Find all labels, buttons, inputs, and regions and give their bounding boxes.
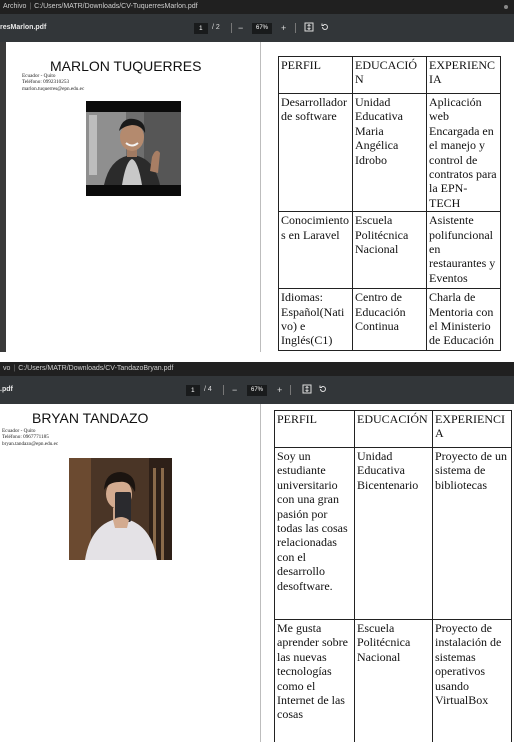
table-header-educacion: EDUCACIÓN bbox=[354, 410, 433, 448]
file-name: .pdf bbox=[0, 386, 13, 393]
page-total: / 2 bbox=[212, 24, 220, 31]
table-row: Conocimientos en Laravel Escuela Politéc… bbox=[278, 211, 501, 290]
table-cell: Centro de Educación Continua bbox=[352, 288, 427, 352]
table-header-experiencia: EXPERIENCIA bbox=[426, 56, 501, 94]
profile-photo bbox=[69, 458, 172, 560]
toolbar-divider bbox=[223, 385, 224, 395]
cv-name: BRYAN TANDAZO bbox=[32, 410, 149, 426]
table-row: Soy un estudiante universitario con una … bbox=[274, 447, 512, 620]
path-bar: Archivo | C:/Users/MATR/Downloads/CV-Tuque… bbox=[0, 0, 514, 14]
cv-contact: Ecuador - Quito Teléfono: 0992310253 mar… bbox=[22, 73, 84, 92]
file-path: C:/Users/MATR/Downloads/CV-TuquerresMarl… bbox=[34, 3, 198, 10]
pdf-page: BRYAN TANDAZO Ecuador - Quito Teléfono: … bbox=[0, 404, 514, 742]
table-cell: Proyecto de instalación de sistemas oper… bbox=[432, 619, 512, 742]
pdf-viewer-bryan: vo | C:/Users/MATR/Downloads/CV-TandazoBry… bbox=[0, 362, 514, 742]
table-row: Desarrollador de software Unidad Educati… bbox=[278, 92, 501, 213]
fit-page-icon[interactable] bbox=[302, 384, 312, 397]
path-app-label: Archivo bbox=[3, 3, 27, 10]
table-cell: Conocimientos en Laravel bbox=[278, 211, 353, 290]
table-header-row: PERFIL EDUCACIÓN EXPERIENCIA bbox=[278, 56, 501, 94]
zoom-out-icon[interactable]: − bbox=[238, 22, 243, 34]
pdf-toolbar: .pdf 1 / 4 − 67% + bbox=[0, 376, 514, 404]
table-header-row: PERFIL EDUCACIÓN EXPERIENCIA bbox=[274, 410, 512, 448]
zoom-level-input[interactable]: 67% bbox=[252, 23, 273, 34]
window-dot-icon bbox=[504, 5, 508, 9]
file-name: resMarlon.pdf bbox=[0, 24, 47, 31]
cv-table-viewport: PERFIL EDUCACIÓN EXPERIENCIA Soy un estu… bbox=[272, 410, 514, 742]
path-app-label: vo bbox=[3, 365, 11, 372]
table-cell: Me gusta aprender sobre las nuevas tecno… bbox=[274, 619, 355, 742]
fit-page-icon[interactable] bbox=[304, 22, 314, 35]
table-cell: Unidad Educativa Bicentenario bbox=[354, 447, 433, 620]
table-cell: Desarrollador de software bbox=[278, 92, 353, 213]
pdf-page: MARLON TUQUERRES Ecuador - Quito Teléfon… bbox=[0, 42, 514, 352]
toolbar-divider bbox=[290, 385, 291, 395]
pdf-toolbar: resMarlon.pdf 1 / 2 − 67% + bbox=[0, 14, 514, 42]
table-cell: Escuela Politécnica Nacional bbox=[352, 211, 427, 290]
table-cell: Charla de Mentoria con el Ministerio de … bbox=[426, 288, 501, 352]
table-cell: Proyecto de un sistema de bibliotecas bbox=[432, 447, 512, 620]
table-cell: Asistente polifuncional en restaurantes … bbox=[426, 211, 501, 290]
page-gutter bbox=[260, 404, 261, 742]
zoom-level-input[interactable]: 67% bbox=[247, 385, 268, 396]
zoom-out-icon[interactable]: − bbox=[232, 384, 237, 396]
table-header-perfil: PERFIL bbox=[274, 410, 355, 448]
page-number-input[interactable]: 1 bbox=[186, 385, 200, 396]
left-rail bbox=[0, 42, 6, 352]
table-header-perfil: PERFIL bbox=[278, 56, 353, 94]
pdf-viewer-marlon: Archivo | C:/Users/MATR/Downloads/CV-Tuque… bbox=[0, 0, 514, 352]
cv-name: MARLON TUQUERRES bbox=[50, 58, 202, 74]
table-header-experiencia: EXPERIENCIA bbox=[432, 410, 512, 448]
cv-table: PERFIL EDUCACIÓN EXPERIENCIA Desarrollad… bbox=[278, 56, 501, 352]
table-row: Me gusta aprender sobre las nuevas tecno… bbox=[274, 619, 512, 742]
rotate-icon[interactable] bbox=[318, 384, 328, 397]
cv-table: PERFIL EDUCACIÓN EXPERIENCIA Soy un estu… bbox=[274, 410, 512, 742]
table-cell: Escuela Politécnica Nacional bbox=[354, 619, 433, 742]
profile-photo bbox=[86, 101, 181, 196]
toolbar-divider bbox=[295, 23, 296, 33]
table-cell: Idiomas: Español(Nativo) e Inglés(C1) bbox=[278, 288, 353, 352]
file-path: C:/Users/MATR/Downloads/CV-TandazoBryan.… bbox=[18, 365, 174, 372]
table-cell: Aplicación web Encargada en el manejo y … bbox=[426, 92, 501, 213]
toolbar-divider bbox=[231, 23, 232, 33]
zoom-in-icon[interactable]: + bbox=[277, 384, 282, 396]
table-header-educacion: EDUCACIÓN bbox=[352, 56, 427, 94]
page-gutter bbox=[260, 42, 261, 352]
page-number-input[interactable]: 1 bbox=[194, 23, 208, 34]
cv-contact: Ecuador - Quito Teléfono: 0967771185 bry… bbox=[2, 428, 58, 447]
path-bar: vo | C:/Users/MATR/Downloads/CV-TandazoBry… bbox=[0, 362, 514, 376]
zoom-in-icon[interactable]: + bbox=[281, 22, 286, 34]
table-cell: Soy un estudiante universitario con una … bbox=[274, 447, 355, 620]
table-cell: Unidad Educativa Maria Angélica Idrobo bbox=[352, 92, 427, 213]
table-row: Idiomas: Español(Nativo) e Inglés(C1) Ce… bbox=[278, 288, 501, 352]
page-total: / 4 bbox=[204, 386, 212, 393]
cv-email: marlon.tuquerres@epn.edu.ec bbox=[22, 85, 85, 92]
cv-email: bryan.tandazo@epn.edu.ec bbox=[2, 440, 59, 447]
rotate-icon[interactable] bbox=[320, 22, 330, 35]
